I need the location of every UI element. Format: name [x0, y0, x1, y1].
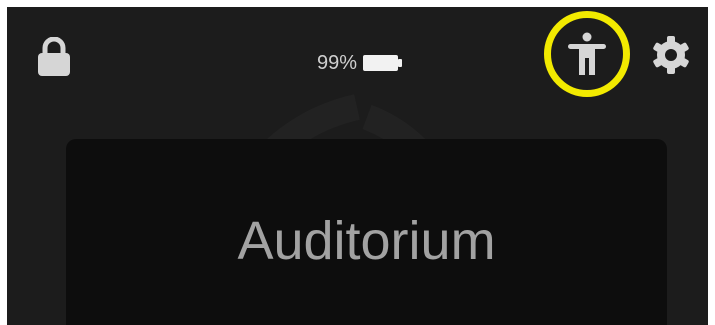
battery-percentage: 99% — [317, 51, 358, 74]
lock-icon[interactable] — [37, 37, 71, 77]
accessibility-icon — [568, 32, 606, 75]
battery-status: 99% — [317, 51, 403, 75]
app-screen: 99% Auditorium — [7, 7, 708, 325]
accessibility-button[interactable] — [544, 11, 630, 97]
battery-icon — [363, 55, 403, 71]
room-name: Auditorium — [237, 211, 496, 271]
gear-icon[interactable] — [652, 36, 690, 74]
room-card[interactable]: Auditorium — [66, 139, 667, 325]
